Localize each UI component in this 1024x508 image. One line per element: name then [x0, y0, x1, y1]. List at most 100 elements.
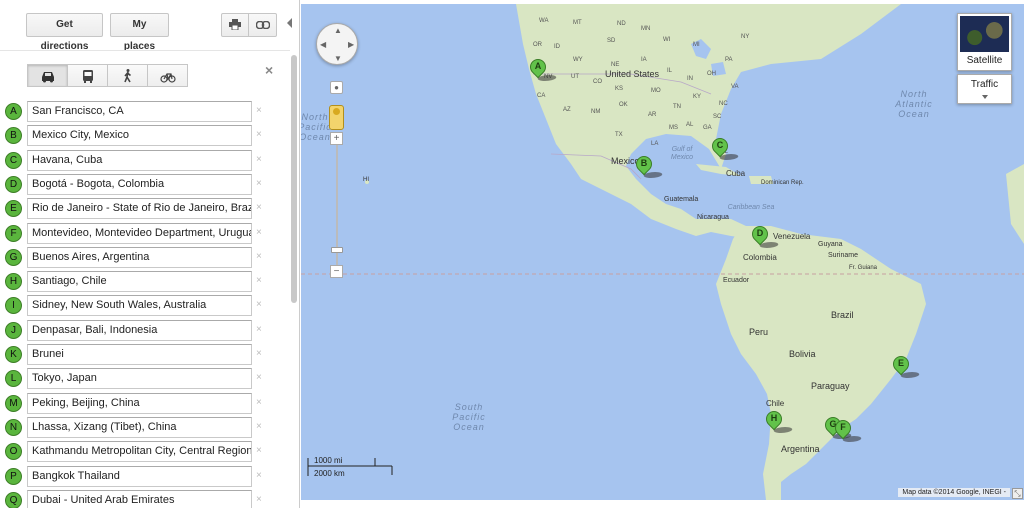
route-marker[interactable]: E: [889, 352, 922, 382]
waypoint-marker-icon[interactable]: J: [5, 321, 22, 339]
remove-waypoint-icon[interactable]: ×: [256, 227, 262, 238]
waypoint-marker-icon[interactable]: P: [5, 467, 22, 485]
waypoint-input[interactable]: Peking, Beijing, China: [27, 392, 252, 414]
waypoint-marker-icon[interactable]: N: [5, 418, 22, 436]
waypoint-row: I Sidney, New South Wales, Australia ×: [0, 295, 290, 317]
waypoint-marker-icon[interactable]: A: [5, 103, 22, 120]
waypoint-input[interactable]: Brunei: [27, 344, 252, 365]
waypoint-input[interactable]: Rio de Janeiro - State of Rio de Janeiro…: [27, 198, 252, 220]
route-marker[interactable]: C: [708, 134, 741, 164]
waypoint-marker-icon[interactable]: Q: [5, 491, 22, 508]
waypoint-marker-icon[interactable]: B: [5, 127, 22, 145]
waypoint-marker-icon[interactable]: C: [5, 151, 22, 169]
waypoint-marker-icon[interactable]: I: [5, 297, 22, 315]
us-state-label: GA: [703, 125, 712, 131]
mode-driving-button[interactable]: [27, 64, 68, 87]
waypoint-input[interactable]: Santiago, Chile: [27, 271, 252, 293]
satellite-label: Satellite: [966, 55, 1003, 66]
pan-right-icon[interactable]: ▶: [348, 40, 354, 49]
route-marker[interactable]: B: [632, 152, 665, 182]
remove-waypoint-icon[interactable]: ×: [256, 445, 262, 456]
waypoint-row: M Peking, Beijing, China ×: [0, 392, 290, 415]
map-view[interactable]: North Pacific Ocean North Atlantic Ocean…: [301, 4, 1024, 500]
remove-waypoint-icon[interactable]: ×: [256, 105, 262, 116]
remove-waypoint-icon[interactable]: ×: [256, 494, 262, 505]
map-attribution[interactable]: Map data ©2014 Google, INEGI -: [898, 488, 1010, 497]
print-button[interactable]: [221, 13, 249, 37]
route-marker[interactable]: D: [748, 222, 781, 252]
link-button[interactable]: [248, 13, 277, 37]
waypoint-input[interactable]: Kathmandu Metropolitan City, Central Reg…: [27, 441, 252, 463]
marker-label: F: [840, 422, 846, 432]
waypoint-marker-icon[interactable]: E: [5, 200, 22, 218]
waypoint-input[interactable]: Buenos Aires, Argentina: [27, 246, 252, 268]
zoom-slider-thumb[interactable]: [331, 247, 343, 253]
panel-scrollbar[interactable]: [291, 55, 297, 303]
remove-waypoint-icon[interactable]: ×: [256, 397, 262, 408]
mode-transit-button[interactable]: [67, 64, 108, 87]
remove-waypoint-icon[interactable]: ×: [256, 372, 262, 383]
pan-up-icon[interactable]: ▲: [334, 26, 342, 35]
waypoint-marker-icon[interactable]: L: [5, 370, 22, 388]
pan-control[interactable]: ▲ ▼ ◀ ▶: [316, 23, 358, 65]
waypoint-input[interactable]: Bogotá - Bogota, Colombia: [27, 173, 252, 195]
us-state-label: LA: [651, 141, 659, 147]
waypoint-input[interactable]: Montevideo, Montevideo Department, Urugu…: [27, 222, 252, 244]
remove-waypoint-icon[interactable]: ×: [256, 470, 262, 481]
zoom-out-button[interactable]: −: [330, 265, 343, 278]
traffic-button[interactable]: Traffic: [957, 74, 1012, 104]
remove-waypoint-icon[interactable]: ×: [256, 154, 262, 165]
mode-bicycling-button[interactable]: [147, 64, 188, 87]
close-directions-icon[interactable]: ×: [265, 62, 273, 78]
us-state-label: ND: [617, 21, 626, 27]
waypoint-marker-icon[interactable]: D: [5, 175, 22, 193]
route-marker[interactable]: A: [526, 55, 559, 85]
waypoint-input[interactable]: Mexico City, Mexico: [27, 125, 252, 147]
remove-waypoint-icon[interactable]: ×: [256, 129, 262, 140]
resize-corner-icon[interactable]: ⤡: [1012, 488, 1023, 499]
satellite-button[interactable]: Satellite: [957, 13, 1012, 71]
waypoint-input[interactable]: Dubai - United Arab Emirates: [27, 489, 252, 508]
remove-waypoint-icon[interactable]: ×: [256, 299, 262, 310]
waypoint-marker-icon[interactable]: H: [5, 273, 22, 291]
us-state-label: OK: [619, 102, 628, 108]
street-view-pegman-icon[interactable]: [329, 105, 344, 130]
waypoint-marker-icon[interactable]: O: [5, 443, 22, 461]
route-marker[interactable]: H: [762, 407, 795, 437]
remove-waypoint-icon[interactable]: ×: [256, 348, 262, 359]
remove-waypoint-icon[interactable]: ×: [256, 275, 262, 286]
pan-down-icon[interactable]: ▼: [334, 54, 342, 63]
waypoint-marker-icon[interactable]: F: [5, 224, 22, 242]
country-dominican-rep: Dominican Rep.: [761, 180, 804, 186]
zoom-in-button[interactable]: +: [330, 132, 343, 145]
waypoint-row: Q Dubai - United Arab Emirates ×: [0, 489, 290, 508]
waypoint-input[interactable]: Lhassa, Xizang (Tibet), China: [27, 416, 252, 438]
zoom-reset-icon[interactable]: ●: [330, 81, 343, 94]
waypoint-marker-icon[interactable]: M: [5, 394, 22, 412]
remove-waypoint-icon[interactable]: ×: [256, 202, 262, 213]
remove-waypoint-icon[interactable]: ×: [256, 324, 262, 335]
remove-waypoint-icon[interactable]: ×: [256, 421, 262, 432]
waypoint-input[interactable]: Bangkok Thailand: [27, 465, 252, 487]
waypoint-input[interactable]: San Francisco, CA: [27, 101, 252, 122]
collapse-panel-arrow-icon[interactable]: [287, 18, 292, 28]
my-places-button[interactable]: My places: [110, 13, 169, 52]
waypoint-input[interactable]: Tokyo, Japan: [27, 368, 252, 390]
chevron-down-icon: [982, 95, 988, 99]
waypoint-marker-icon[interactable]: G: [5, 248, 22, 266]
waypoint-input[interactable]: Sidney, New South Wales, Australia: [27, 295, 252, 317]
label-hi: HI: [363, 177, 369, 183]
us-state-label: PA: [725, 57, 733, 63]
remove-waypoint-icon[interactable]: ×: [256, 178, 262, 189]
route-marker[interactable]: F: [831, 416, 864, 446]
waypoint-input[interactable]: Denpasar, Bali, Indonesia: [27, 319, 252, 341]
waypoint-row: D Bogotá - Bogota, Colombia ×: [0, 173, 290, 196]
waypoint-input[interactable]: Havana, Cuba: [27, 149, 252, 171]
pan-left-icon[interactable]: ◀: [320, 40, 326, 49]
mode-walking-button[interactable]: [107, 64, 148, 87]
waypoint-marker-icon[interactable]: K: [5, 346, 22, 363]
remove-waypoint-icon[interactable]: ×: [256, 251, 262, 262]
get-directions-button[interactable]: Get directions: [26, 13, 103, 52]
waypoint-row: E Rio de Janeiro - State of Rio de Janeir…: [0, 198, 290, 220]
country-guyana: Guyana: [818, 241, 843, 248]
